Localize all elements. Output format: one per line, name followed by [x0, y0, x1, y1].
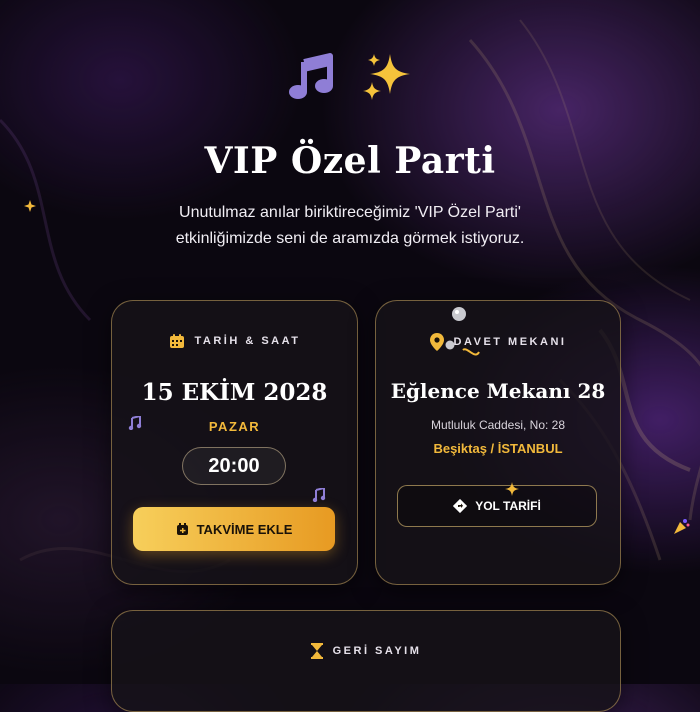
date-time-card: TARİH & SAAT 15 EKİM 2028 PAZAR 20:00 TA… [111, 300, 358, 585]
venue-city: Beşiktaş / İSTANBUL [433, 441, 563, 456]
date-card-heading: TARİH & SAAT [112, 333, 357, 349]
date-card-heading-label: TARİH & SAAT [194, 335, 301, 347]
ribbon-icon [462, 348, 480, 356]
party-popper-icon [674, 519, 690, 534]
countdown-card-heading-label: GERİ SAYIM [332, 645, 422, 657]
countdown-card-heading: GERİ SAYIM [112, 643, 620, 659]
floating-star-icon [24, 200, 36, 212]
directions-label: YOL TARİFİ [475, 499, 541, 513]
sparkles-icon [363, 54, 410, 100]
add-to-calendar-label: TAKVİME EKLE [196, 521, 293, 537]
event-time: 20:00 [182, 447, 286, 485]
disco-ball-icon [445, 340, 455, 350]
directions-button[interactable]: YOL TARİFİ [397, 485, 597, 527]
countdown-card: GERİ SAYIM [111, 610, 621, 712]
hourglass-icon [310, 643, 323, 659]
music-note-icon [289, 53, 333, 99]
page-title: VIP Özel Parti [204, 140, 496, 182]
add-to-calendar-button[interactable]: TAKVİME EKLE [133, 507, 335, 551]
floating-note-icon [312, 488, 326, 502]
venue-card-heading: DAVET MEKANI [376, 333, 620, 351]
map-pin-icon [429, 333, 444, 351]
venue-card: DAVET MEKANI Eğlence Mekanı 28 Mutluluk … [375, 300, 621, 585]
intro-text: Unutulmaz anılar biriktireceğimiz 'VIP Ö… [175, 204, 525, 247]
calendar-plus-icon [176, 522, 188, 535]
floating-sparkle-icon [505, 482, 519, 496]
venue-name: Eğlence Mekanı 28 [390, 379, 606, 403]
event-weekday: PAZAR [208, 419, 261, 434]
hero-emoji [0, 48, 700, 109]
disco-ball-icon [452, 307, 466, 321]
venue-address: Mutluluk Caddesi, No: 28 [430, 418, 566, 432]
floating-note-icon [128, 416, 142, 430]
calendar-icon [169, 334, 184, 348]
directions-icon [453, 499, 468, 513]
event-date: 15 EKİM 2028 [141, 379, 328, 406]
